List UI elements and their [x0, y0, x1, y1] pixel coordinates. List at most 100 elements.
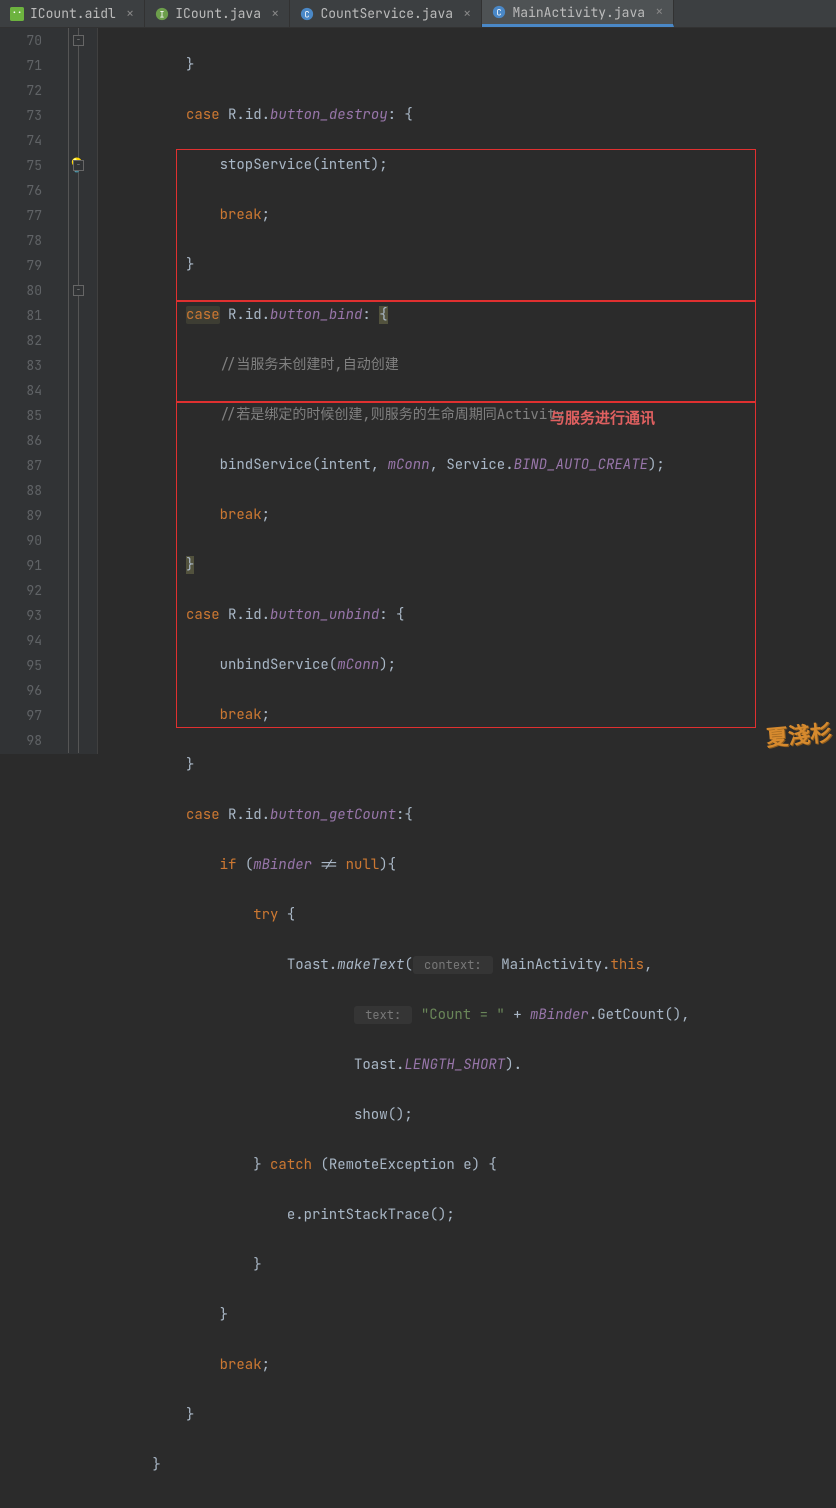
line-number: 87: [0, 453, 42, 478]
code-field: button_destroy: [270, 106, 388, 124]
code-text: unbindService(: [220, 656, 338, 674]
code-area[interactable]: } case R.id.button_destroy: { stopServic…: [98, 28, 836, 754]
class-icon: C: [300, 7, 314, 21]
line-number: 95: [0, 653, 42, 678]
code-comment: //当服务未创建时,自动创建: [220, 356, 399, 374]
line-number: 78: [0, 228, 42, 253]
code-text: }: [186, 556, 194, 574]
code-keyword: break: [220, 506, 262, 524]
tab-icount-java[interactable]: I ICount.java ×: [145, 0, 290, 27]
code-keyword: null: [346, 856, 380, 874]
code-keyword: case: [186, 106, 220, 124]
line-number: 70: [0, 28, 42, 53]
close-icon[interactable]: ×: [655, 3, 663, 21]
code-keyword: try: [253, 906, 278, 924]
code-field: mBinder: [253, 856, 312, 874]
code-text: .GetCount(),: [589, 1006, 690, 1024]
code-text: }: [186, 1406, 194, 1424]
code-text: }: [186, 56, 194, 74]
tab-countservice[interactable]: C CountService.java ×: [290, 0, 482, 27]
code-text: stopService(intent);: [186, 156, 388, 174]
fold-handle[interactable]: −: [73, 160, 84, 171]
code-text: MainActivity.: [501, 956, 610, 974]
fold-column: 💡 − − −: [60, 28, 98, 754]
code-text: (RemoteException e) {: [312, 1156, 497, 1174]
code-field: button_getCount: [270, 806, 396, 824]
svg-text:I: I: [160, 8, 165, 20]
editor-tabs: ICount.aidl × I ICount.java × C CountSer…: [0, 0, 836, 28]
line-number: 90: [0, 528, 42, 553]
code-keyword: case: [186, 806, 220, 824]
line-number: 89: [0, 503, 42, 528]
line-number: 75: [0, 153, 42, 178]
code-text: e.printStackTrace();: [287, 1206, 455, 1224]
line-number: 74: [0, 128, 42, 153]
code-editor[interactable]: 7071727374757677787980818283848586878889…: [0, 28, 836, 754]
code-keyword: break: [220, 206, 262, 224]
line-number: 97: [0, 703, 42, 728]
code-field: mConn: [388, 456, 430, 474]
line-number: 91: [0, 553, 42, 578]
code-keyword: this: [610, 956, 644, 974]
tab-label: ICount.java: [175, 5, 261, 22]
code-text: :{: [396, 806, 413, 824]
code-text: !=: [312, 856, 346, 874]
line-number: 77: [0, 203, 42, 228]
line-number: 80: [0, 278, 42, 303]
code-keyword: break: [220, 706, 262, 724]
code-text: (: [404, 956, 412, 974]
code-text: Toast.: [354, 1056, 404, 1074]
line-number-gutter: 7071727374757677787980818283848586878889…: [0, 28, 60, 754]
code-text: {: [278, 906, 295, 924]
fold-handle[interactable]: −: [73, 285, 84, 296]
line-number: 81: [0, 303, 42, 328]
code-text: Toast.: [287, 956, 337, 974]
code-method: makeText: [337, 956, 404, 974]
code-constant: BIND_AUTO_CREATE: [514, 456, 648, 474]
line-number: 84: [0, 378, 42, 403]
code-text: }: [253, 1256, 261, 1274]
code-text: }: [186, 756, 194, 774]
line-number: 86: [0, 428, 42, 453]
line-number: 92: [0, 578, 42, 603]
code-field: mBinder: [530, 1006, 589, 1024]
code-text: , Service.: [430, 456, 514, 474]
line-number: 96: [0, 678, 42, 703]
line-number: 72: [0, 78, 42, 103]
code-text: );: [648, 456, 665, 474]
tab-label: CountService.java: [320, 5, 453, 22]
code-text: R.id.: [228, 106, 270, 124]
code-text: }: [186, 256, 194, 274]
fold-handle[interactable]: −: [73, 35, 84, 46]
line-number: 85: [0, 403, 42, 428]
line-number: 71: [0, 53, 42, 78]
param-hint: text:: [354, 1006, 412, 1024]
close-icon[interactable]: ×: [463, 5, 471, 23]
param-hint: context:: [413, 956, 493, 974]
code-text: }: [152, 1456, 160, 1474]
code-text: +: [505, 1006, 530, 1024]
code-keyword: catch: [270, 1156, 312, 1174]
tab-mainactivity[interactable]: C MainActivity.java ×: [482, 0, 674, 27]
line-number: 94: [0, 628, 42, 653]
code-text: R.id.: [228, 306, 270, 324]
code-keyword: case: [186, 606, 220, 624]
svg-text:C: C: [497, 7, 502, 19]
line-number: 73: [0, 103, 42, 128]
line-number: 79: [0, 253, 42, 278]
tab-icount-aidl[interactable]: ICount.aidl ×: [0, 0, 145, 27]
line-number: 83: [0, 353, 42, 378]
line-number: 76: [0, 178, 42, 203]
class-icon: C: [492, 5, 506, 19]
watermark: 夏淺杉: [765, 715, 834, 753]
code-text: }: [253, 1156, 270, 1174]
android-icon: [10, 7, 24, 21]
line-number: 98: [0, 728, 42, 753]
close-icon[interactable]: ×: [126, 5, 134, 23]
code-field: button_unbind: [270, 606, 379, 624]
code-comment: //若是绑定的时候创建,则服务的生命周期同Activity: [220, 406, 564, 424]
code-field: mConn: [337, 656, 379, 674]
code-keyword: break: [220, 1356, 262, 1374]
close-icon[interactable]: ×: [271, 5, 279, 23]
line-number: 82: [0, 328, 42, 353]
